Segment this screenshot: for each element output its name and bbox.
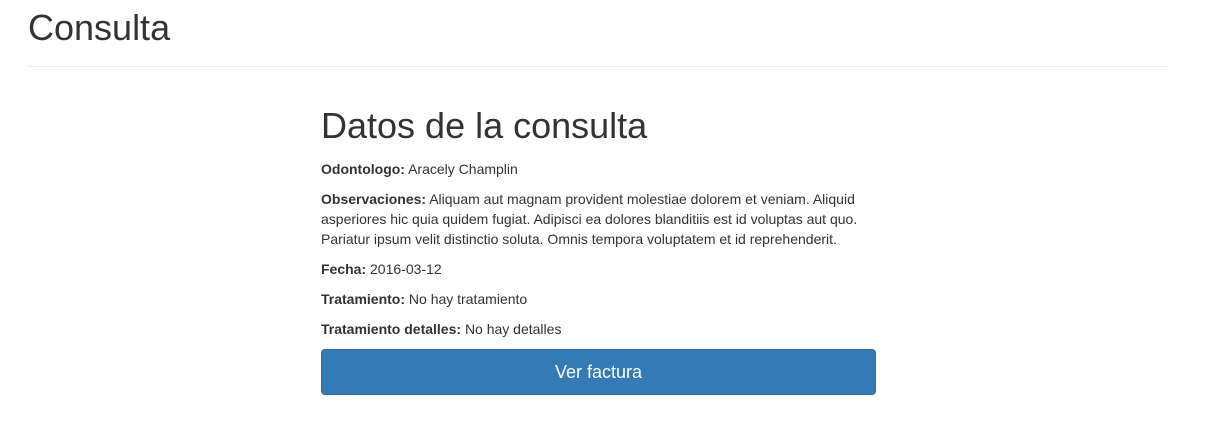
field-odontologo-value: Aracely Champlin [408,161,518,177]
field-odontologo-label: Odontologo: [321,161,405,177]
field-odontologo: Odontologo: Aracely Champlin [321,159,876,179]
page-title: Consulta [28,7,171,48]
field-tratamiento-detalles-label: Tratamiento detalles: [321,321,462,337]
section-title: Datos de la consulta [321,105,648,146]
page-header: Consulta [28,0,1168,67]
ver-factura-button[interactable]: Ver factura [321,349,876,395]
field-observaciones-label: Observaciones: [321,191,427,207]
field-tratamiento-detalles: Tratamiento detalles: No hay detalles [321,319,876,339]
field-tratamiento: Tratamiento: No hay tratamiento [321,289,876,309]
field-fecha: Fecha: 2016-03-12 [321,259,876,279]
consulta-details: Datos de la consulta Odontologo: Aracely… [321,102,876,395]
field-tratamiento-label: Tratamiento: [321,291,406,307]
field-fecha-label: Fecha: [321,261,367,277]
field-observaciones: Observaciones: Aliquam aut magnam provid… [321,189,876,249]
field-tratamiento-value: No hay tratamiento [408,291,528,307]
field-fecha-value: 2016-03-12 [370,261,442,277]
field-tratamiento-detalles-value: No hay detalles [464,321,562,337]
